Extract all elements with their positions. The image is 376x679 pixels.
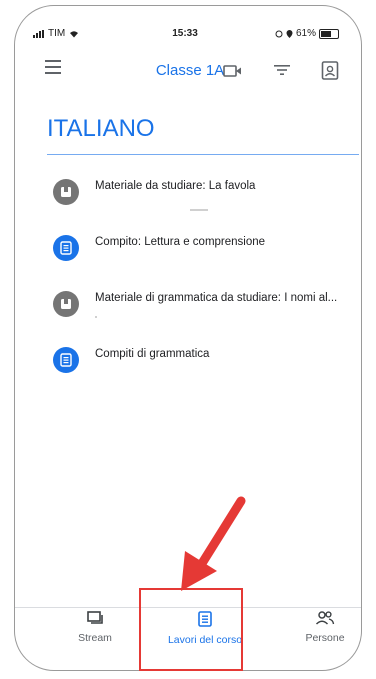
list-item[interactable]: Materiale di grammatica da studiare: I n… [15, 288, 361, 328]
signal-icon [33, 29, 44, 38]
list-item[interactable]: Materiale da studiare: La favola [15, 176, 361, 216]
alarm-icon [275, 30, 283, 37]
status-time: 15:33 [172, 28, 198, 39]
item-title: Compito: Lettura e comprensione [95, 236, 266, 248]
section-title: ITALIANO [47, 115, 155, 142]
item-title: Materiale da studiare: La favola [95, 180, 256, 192]
app-bar: Classe 1A [15, 48, 361, 92]
list-item[interactable]: Compiti di grammatica [15, 344, 361, 384]
material-icon [53, 291, 79, 317]
item-subtitle [190, 209, 208, 211]
highlight-box [139, 588, 243, 671]
battery-percent: 61% [295, 28, 316, 39]
status-left: TIM [33, 28, 79, 39]
assignment-icon [53, 235, 79, 261]
material-icon [53, 179, 79, 205]
battery-icon [319, 28, 339, 39]
folder-icon[interactable] [321, 60, 339, 80]
red-arrow-icon [181, 496, 246, 591]
wifi-icon [70, 30, 79, 37]
class-title: Classe 1A [155, 62, 225, 79]
video-call-icon[interactable] [223, 64, 243, 78]
section-divider [47, 154, 359, 155]
status-bar: TIM 15:33 61% [15, 6, 361, 44]
people-icon [315, 611, 335, 625]
menu-icon[interactable] [45, 60, 61, 74]
carrier-label: TIM [48, 28, 66, 39]
assignment-icon [53, 347, 79, 373]
item-title: Compiti di grammatica [95, 348, 210, 360]
location-icon [286, 29, 293, 38]
item-title: Materiale di grammatica da studiare: I n… [95, 292, 338, 304]
list-item[interactable]: Compito: Lettura e comprensione [15, 232, 361, 272]
tab-stream-label: Stream [78, 632, 112, 644]
status-right: 61% [275, 28, 339, 39]
tab-stream[interactable]: Stream [65, 610, 125, 666]
tab-persone-label: Persone [305, 632, 345, 644]
item-subtitle [95, 316, 97, 318]
stream-icon [87, 611, 103, 624]
filter-icon[interactable] [273, 63, 291, 77]
tab-persone[interactable]: Persone [295, 610, 355, 666]
